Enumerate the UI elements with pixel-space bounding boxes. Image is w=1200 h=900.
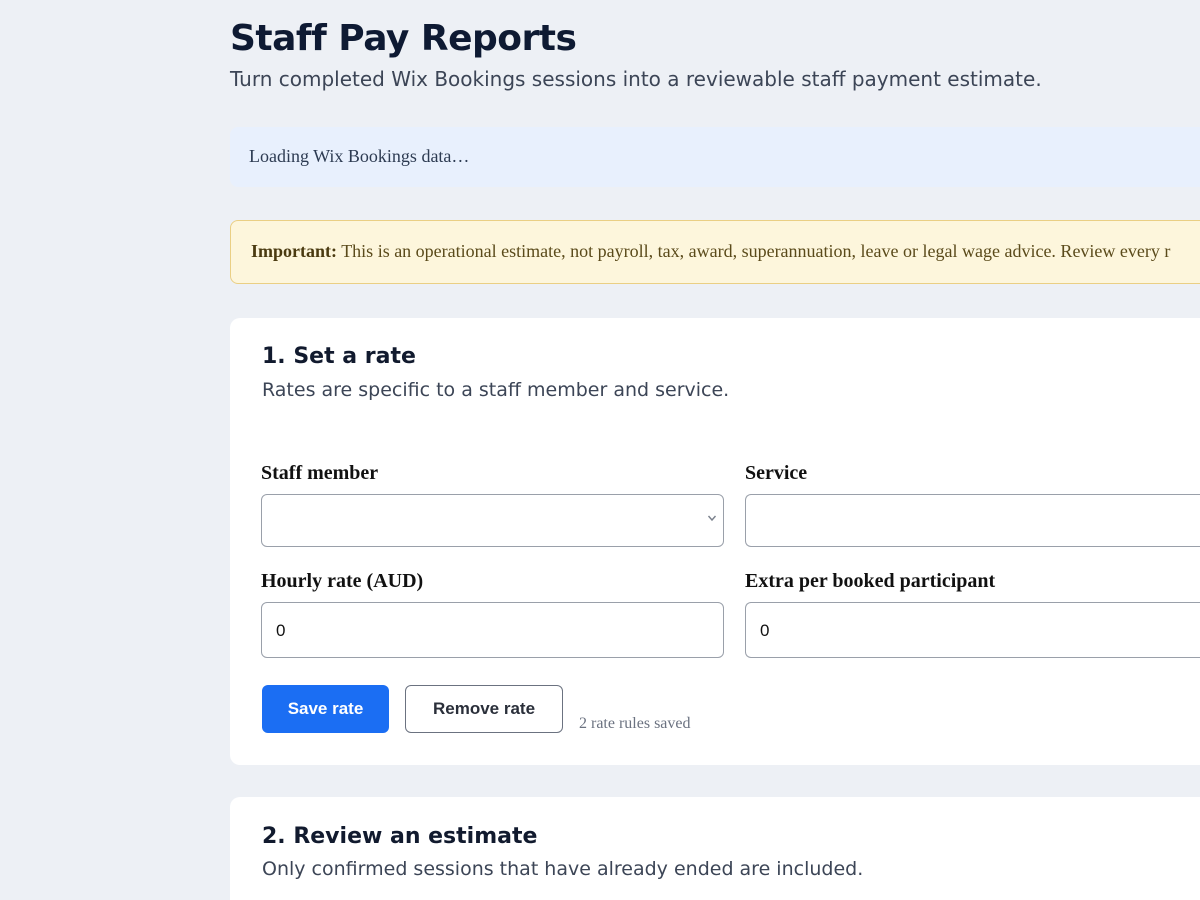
extra-per-participant-label: Extra per booked participant <box>745 570 996 592</box>
notice-label: Important: <box>251 241 337 261</box>
chevron-down-icon <box>707 515 717 522</box>
staff-member-label: Staff member <box>261 462 379 484</box>
rate-rules-status: 2 rate rules saved <box>579 715 691 732</box>
set-rate-description: Rates are specific to a staff member and… <box>262 379 730 401</box>
loading-banner: Loading Wix Bookings data… <box>230 127 1200 187</box>
page-subtitle: Turn completed Wix Bookings sessions int… <box>230 67 1042 91</box>
review-estimate-description: Only confirmed sessions that have alread… <box>262 858 864 880</box>
notice-text: This is an operational estimate, not pay… <box>341 241 1171 261</box>
service-select[interactable] <box>745 494 1200 547</box>
hourly-rate-input[interactable]: 0 <box>261 602 724 658</box>
extra-per-participant-input[interactable]: 0 <box>745 602 1200 658</box>
important-notice: Important: This is an operational estima… <box>230 220 1200 284</box>
review-estimate-card: 2. Review an estimate Only confirmed ses… <box>230 797 1200 900</box>
page-title: Staff Pay Reports <box>230 18 577 59</box>
set-rate-heading: 1. Set a rate <box>262 344 416 369</box>
remove-rate-button[interactable]: Remove rate <box>405 685 563 733</box>
hourly-rate-label: Hourly rate (AUD) <box>261 570 424 592</box>
service-label: Service <box>745 462 808 484</box>
save-rate-button[interactable]: Save rate <box>262 685 389 733</box>
staff-member-select[interactable] <box>261 494 724 547</box>
review-estimate-heading: 2. Review an estimate <box>262 824 538 849</box>
loading-text: Loading Wix Bookings data… <box>249 146 470 166</box>
set-rate-card: 1. Set a rate Rates are specific to a st… <box>230 318 1200 765</box>
